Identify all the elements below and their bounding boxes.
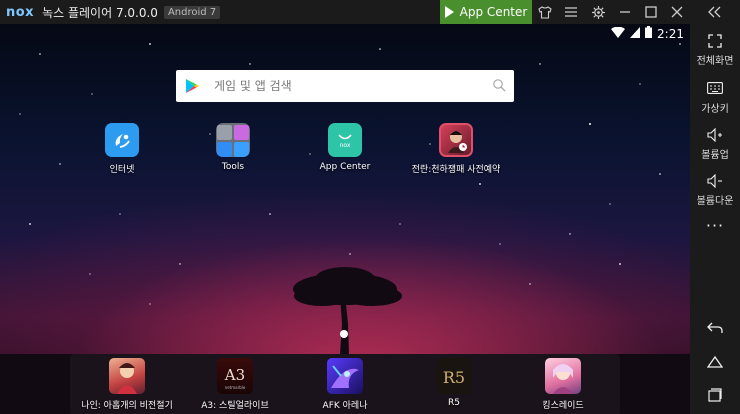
status-time: 2:21 [657, 26, 684, 41]
volume-up-icon [707, 127, 723, 144]
more-icon: ··· [705, 216, 725, 235]
afk-arena-game-icon [327, 358, 363, 394]
dock-app-label: R5 [448, 398, 460, 408]
nine-game-icon [109, 358, 145, 394]
sidebar-item-more[interactable]: ··· [690, 218, 740, 234]
title-bar: nox 녹스 플레이어 7.0.0.0 Android 7 App Center [0, 0, 740, 24]
app-internet[interactable]: 인터넷 [67, 123, 177, 175]
svg-text:R5: R5 [443, 368, 465, 387]
page-indicator [340, 330, 348, 338]
nav-recents-button[interactable] [690, 388, 740, 404]
status-bar: 2:21 [611, 26, 684, 41]
sidebar-item-label: 전체화면 [696, 56, 734, 67]
maximize-icon[interactable] [638, 0, 664, 24]
dock-app-label: 나인: 아홉개의 비전절기 [81, 401, 173, 411]
r5-game-icon: R5 [436, 358, 472, 394]
dock-app-label: A3: 스틸얼라이브 [201, 401, 269, 411]
app-app-center[interactable]: nox App Center [290, 123, 400, 172]
tools-folder-icon [216, 123, 250, 157]
minimize-icon[interactable] [612, 0, 638, 24]
svg-text:A3: A3 [224, 366, 245, 384]
home-icon [706, 355, 724, 372]
app-label: App Center [319, 162, 371, 172]
dock-app-kings-raid[interactable]: 킹스레이드 [508, 358, 618, 411]
search-input[interactable] [214, 79, 474, 93]
close-icon[interactable] [664, 0, 690, 24]
app-jeonran-preregister[interactable]: 전란:천하쟁패 사전예약 [401, 123, 511, 175]
sidebar-item-volume-up[interactable]: 볼륨업 [690, 127, 740, 161]
kings-raid-game-icon [545, 358, 581, 394]
sidebar-item-virtual-keys[interactable]: 가상키 [690, 82, 740, 115]
keyboard-icon [707, 82, 723, 98]
sidebar-item-label: 볼륨다운 [696, 196, 734, 207]
app-label: Tools [221, 162, 245, 172]
android-screen[interactable]: 2:21 인터넷 Tools nox [0, 24, 690, 414]
app-center-button-label: App Center [459, 5, 528, 19]
window-title: 녹스 플레이어 7.0.0.0 [42, 5, 158, 20]
sidebar-item-fullscreen[interactable]: 전체화면 [690, 34, 740, 67]
nox-logo: nox [6, 4, 35, 20]
app-center-icon: nox [328, 123, 362, 157]
nav-back-button[interactable] [690, 322, 740, 338]
gear-icon[interactable] [585, 0, 611, 24]
dock-app-nine[interactable]: 나인: 아홉개의 비전절기 [72, 358, 182, 411]
google-play-icon [186, 79, 199, 93]
dock: 나인: 아홉개의 비전절기 A3 netmarble A3: 스틸얼라이브 AFK… [70, 354, 620, 414]
fullscreen-icon [708, 34, 722, 50]
right-sidebar: 전체화면 가상키 볼륨업 볼륨다운 ··· [690, 24, 740, 414]
collapse-icon[interactable] [702, 0, 728, 24]
menu-icon[interactable] [558, 0, 584, 24]
play-store-icon [444, 6, 454, 18]
search-icon[interactable] [492, 78, 506, 92]
wifi-icon [611, 26, 626, 41]
sidebar-item-volume-down[interactable]: 볼륨다운 [690, 173, 740, 207]
app-center-button[interactable]: App Center [440, 0, 532, 24]
battery-icon [645, 26, 653, 41]
search-bar[interactable] [176, 70, 514, 102]
sidebar-item-label: 볼륨업 [701, 150, 729, 161]
volume-down-icon [707, 173, 723, 190]
app-label: 전란:천하쟁패 사전예약 [411, 165, 501, 175]
jeonran-game-icon [439, 123, 473, 157]
dock-app-a3[interactable]: A3 netmarble A3: 스틸얼라이브 [180, 358, 290, 411]
dock-app-label: AFK 아레나 [322, 401, 368, 411]
svg-text:nox: nox [340, 142, 351, 149]
app-label: 인터넷 [109, 165, 135, 175]
internet-icon [105, 123, 139, 157]
dock-app-r5[interactable]: R5 R5 [399, 358, 509, 408]
nav-home-button[interactable] [690, 355, 740, 372]
back-icon [707, 322, 723, 338]
dock-app-afk-arena[interactable]: AFK 아레나 [290, 358, 400, 411]
a3-game-icon: A3 netmarble [217, 358, 253, 394]
sidebar-item-label: 가상키 [701, 104, 729, 115]
recents-icon [708, 388, 722, 404]
shirt-icon[interactable] [532, 0, 558, 24]
svg-text:netmarble: netmarble [225, 385, 246, 390]
signal-icon [630, 26, 641, 41]
android-version-badge: Android 7 [163, 5, 221, 19]
app-tools-folder[interactable]: Tools [178, 123, 288, 172]
dock-app-label: 킹스레이드 [542, 401, 584, 411]
